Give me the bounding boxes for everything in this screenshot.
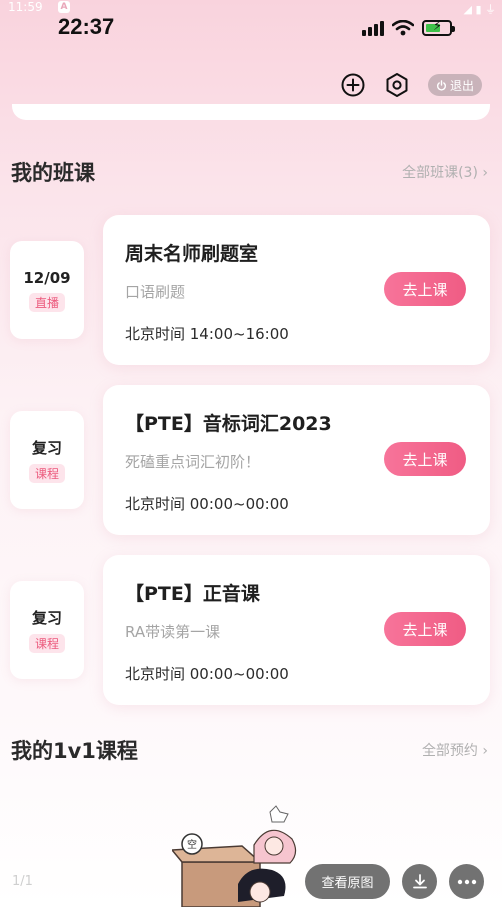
empty-state-illustration: 空	[172, 805, 297, 907]
notification-badge: A	[58, 1, 70, 13]
logout-label: 退出	[449, 78, 474, 93]
my-classes-title: 我的班课	[11, 161, 95, 185]
header-card-bottom	[12, 104, 490, 120]
page-counter: 1/1	[12, 874, 33, 889]
course-subtitle: 死磕重点词汇初阶！	[125, 453, 261, 471]
attend-class-button[interactable]: 去上课	[384, 272, 466, 306]
all-appointments-label: 全部预约	[421, 743, 478, 759]
course-card[interactable]: 【PTE】正音课 RA带读第一课 北京时间 00:00~00:00 去上课	[103, 555, 490, 705]
more-dots-icon[interactable]	[449, 864, 484, 899]
wifi-icon	[392, 20, 414, 36]
attend-class-button[interactable]: 去上课	[384, 442, 466, 476]
chevron-right-icon: ›	[482, 165, 488, 181]
course-subtitle: RA带读第一课	[125, 623, 221, 641]
course-time: 北京时间 00:00~00:00	[125, 665, 289, 683]
course-row: 12/09 直播 周末名师刷题室 口语刷题 北京时间 14:00~16:00 去…	[0, 215, 502, 365]
status-time: 22:37	[58, 14, 115, 39]
course-row: 复习 课程 【PTE】正音课 RA带读第一课 北京时间 00:00~00:00 …	[0, 555, 502, 705]
system-time: 11:59	[8, 0, 43, 14]
course-tag-main: 复习	[31, 609, 62, 627]
logout-button[interactable]: 退出	[427, 74, 482, 96]
course-time: 北京时间 00:00~00:00	[125, 495, 289, 513]
course-row: 复习 课程 【PTE】音标词汇2023 死磕重点词汇初阶！ 北京时间 00:00…	[0, 385, 502, 535]
course-card[interactable]: 【PTE】音标词汇2023 死磕重点词汇初阶！ 北京时间 00:00~00:00…	[103, 385, 490, 535]
course-card[interactable]: 周末名师刷题室 口语刷题 北京时间 14:00~16:00 去上课	[103, 215, 490, 365]
all-appointments-link[interactable]: 全部预约 ›	[422, 740, 488, 760]
course-title: 周末名师刷题室	[125, 243, 259, 265]
course-title: 【PTE】音标词汇2023	[125, 413, 332, 435]
power-icon	[436, 79, 446, 91]
course-type-badge: 直播	[28, 292, 65, 312]
date-tag: 12/09 直播	[10, 241, 84, 339]
review-tag: 复习 课程	[10, 581, 84, 679]
plus-circle-icon[interactable]	[340, 72, 366, 98]
one-on-one-title: 我的1v1课程	[11, 739, 138, 763]
course-date: 12/09	[23, 268, 71, 287]
course-subtitle: 口语刷题	[125, 283, 186, 301]
course-tag-main: 复习	[31, 439, 62, 457]
view-original-button[interactable]: 查看原图	[305, 864, 390, 899]
all-classes-link[interactable]: 全部班课(3) ›	[402, 162, 488, 182]
course-type-badge: 课程	[28, 634, 65, 653]
svg-text:空: 空	[187, 838, 197, 851]
all-classes-label: 全部班课(3)	[402, 165, 478, 181]
system-right-icons: ◢ ▮ ⏚	[463, 3, 496, 16]
review-tag: 复习 课程	[10, 411, 84, 509]
course-title: 【PTE】正音课	[125, 583, 260, 605]
status-icons: ⚡	[362, 19, 455, 36]
chevron-right-icon: ›	[482, 743, 488, 759]
hexagon-settings-icon[interactable]	[384, 72, 410, 98]
top-actions: 退出	[340, 72, 482, 98]
download-icon[interactable]	[402, 864, 437, 899]
signal-icon	[362, 20, 384, 36]
course-type-badge: 课程	[28, 464, 65, 483]
attend-class-button[interactable]: 去上课	[384, 612, 466, 646]
course-time: 北京时间 14:00~16:00	[125, 325, 289, 343]
battery-icon: ⚡	[422, 19, 455, 36]
